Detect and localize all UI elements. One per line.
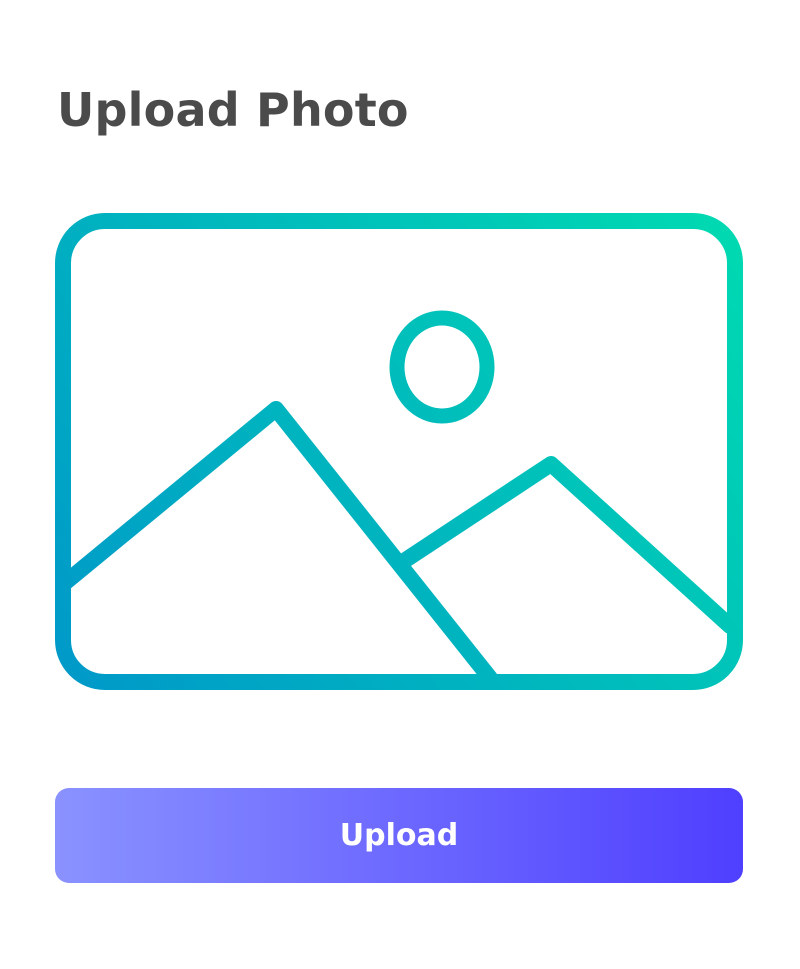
small-mountain-shape <box>396 456 738 634</box>
photo-frame <box>55 213 743 690</box>
sun-shape <box>389 310 495 424</box>
page-title: Upload Photo <box>57 83 409 137</box>
upload-button[interactable]: Upload <box>55 788 743 883</box>
large-mountain-shape <box>58 401 498 686</box>
